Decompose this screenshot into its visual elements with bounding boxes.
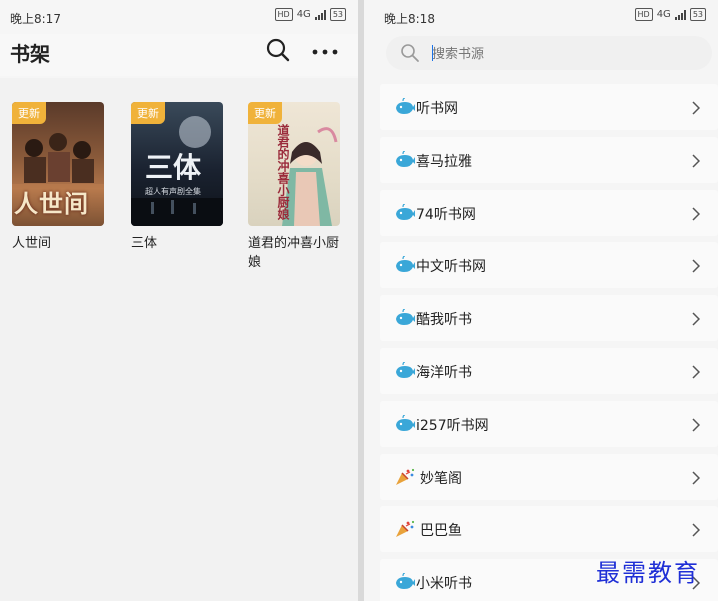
book-title: 三体 (131, 236, 158, 251)
source-label: i257听书网 (416, 417, 489, 434)
party-popper-icon (394, 468, 416, 486)
whale-icon (394, 255, 416, 274)
chevron-right-icon (692, 522, 701, 537)
source-item[interactable]: 巴巴鱼 (380, 506, 718, 553)
cover-title: 道君的冲喜小厨娘 (276, 124, 290, 220)
whale-icon (394, 361, 416, 380)
network-label: 4G (296, 9, 311, 20)
battery-icon: 53 (689, 8, 706, 21)
hd-icon: HD (274, 8, 293, 21)
book-item-santi[interactable]: 三体 超人有声剧全集 更新 三体 (131, 102, 223, 253)
signal-icon (314, 9, 326, 20)
status-time: 晚上8:17 (10, 12, 61, 26)
update-badge: 更新 (248, 102, 282, 124)
status-icons: HD 4G 53 (274, 8, 346, 21)
source-label: 妙笔阁 (420, 470, 462, 487)
source-label: 74听书网 (416, 206, 476, 223)
chevron-right-icon (692, 206, 701, 221)
book-source-screen: 晚上8:18 HD 4G 53 听书网喜马拉雅 74听书网中文听书网酷我听书海洋听… (364, 0, 718, 601)
source-label: 酷我听书 (416, 312, 472, 329)
status-bar: 晚上8:18 HD 4G 53 (364, 0, 718, 34)
source-label: 听书网 (416, 101, 458, 117)
status-bar: 晚上8:17 HD 4G 53 (0, 0, 358, 34)
whale-icon (394, 150, 416, 169)
bookshelf: 人世间 更新 人世间 三体 超人有声剧全集 更新 三体 道君的冲喜小厨娘 更新 … (0, 78, 358, 601)
signal-icon (674, 9, 686, 20)
chevron-right-icon (692, 470, 701, 485)
page-title: 书架 (10, 42, 50, 66)
source-search-bar[interactable] (386, 36, 712, 70)
status-time: 晚上8:18 (384, 12, 435, 26)
chevron-right-icon (692, 364, 701, 379)
battery-icon: 53 (329, 8, 346, 21)
search-icon (266, 38, 290, 62)
source-item[interactable]: 中文听书网 (380, 242, 718, 289)
whale-icon (394, 414, 416, 433)
book-item-renshijian[interactable]: 人世间 更新 人世间 (12, 102, 104, 253)
cover-title: 三体 (145, 151, 202, 184)
bookshelf-screen: 晚上8:17 HD 4G 53 书架 人世间 更新 人世间 三体 超人有声剧全集… (0, 0, 358, 601)
source-item[interactable]: 听书网 (380, 84, 718, 130)
chevron-right-icon (692, 311, 701, 326)
update-badge: 更新 (131, 102, 165, 124)
cover-title: 人世间 (14, 190, 89, 218)
book-cover[interactable]: 道君的冲喜小厨娘 更新 (248, 102, 340, 226)
book-cover[interactable]: 人世间 更新 (12, 102, 104, 226)
update-badge: 更新 (12, 102, 46, 124)
book-title: 道君的冲喜小厨娘 (248, 236, 340, 270)
text-caret (432, 45, 433, 61)
whale-icon (394, 308, 416, 327)
source-item[interactable]: 喜马拉雅 (380, 136, 718, 183)
more-dots-icon (312, 49, 338, 55)
watermark-logo: 最需教育 (596, 559, 700, 587)
source-label: 小米听书 (416, 576, 472, 593)
search-icon (401, 44, 419, 62)
book-title: 人世间 (12, 236, 52, 251)
source-item[interactable]: 74听书网 (380, 189, 718, 236)
whale-icon (394, 97, 416, 116)
status-icons: HD 4G 53 (634, 8, 706, 21)
source-label: 喜马拉雅 (416, 153, 472, 170)
source-label: 巴巴鱼 (420, 523, 462, 540)
source-item[interactable]: i257听书网 (380, 400, 718, 447)
cover-subtitle: 超人有声剧全集 (145, 187, 201, 196)
source-label: 中文听书网 (416, 259, 486, 276)
app-bar: 书架 (0, 34, 358, 76)
book-cover[interactable]: 三体 超人有声剧全集 更新 (131, 102, 223, 226)
source-item[interactable]: 妙笔阁 (380, 453, 718, 500)
source-list: 听书网喜马拉雅 74听书网中文听书网酷我听书海洋听书 i257听书网妙笔阁巴巴鱼小米… (380, 84, 718, 601)
chevron-right-icon (692, 153, 701, 168)
hd-icon: HD (634, 8, 653, 21)
whale-icon (394, 202, 416, 222)
source-item[interactable]: 酷我听书 (380, 295, 718, 342)
book-item-daojun[interactable]: 道君的冲喜小厨娘 更新 道君的冲喜小厨娘 (248, 102, 340, 272)
source-search-input[interactable] (430, 41, 694, 67)
network-label: 4G (656, 9, 671, 20)
chevron-right-icon (692, 100, 701, 115)
chevron-right-icon (692, 417, 701, 432)
source-label: 海洋听书 (416, 364, 472, 381)
chevron-right-icon (692, 258, 701, 273)
whale-icon (394, 572, 416, 591)
search-button[interactable] (264, 36, 292, 64)
more-button[interactable] (310, 36, 340, 64)
party-popper-icon (394, 520, 416, 538)
source-item[interactable]: 海洋听书 (380, 347, 718, 394)
